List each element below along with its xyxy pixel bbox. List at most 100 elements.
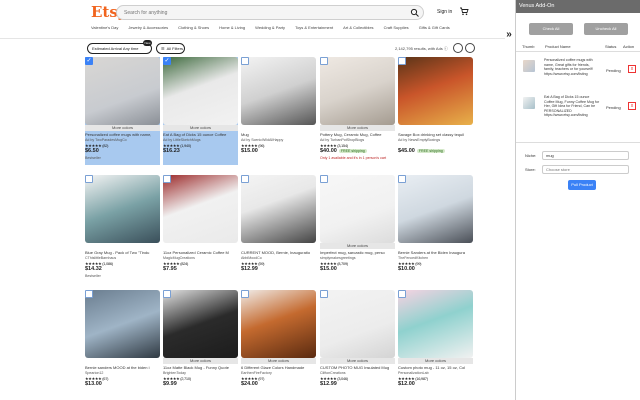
- listing-title[interactable]: 11oz Personalized Ceramic Coffee M: [163, 250, 238, 255]
- select-checkbox[interactable]: [398, 175, 406, 183]
- select-checkbox[interactable]: ✓: [85, 57, 93, 65]
- listing-card[interactable]: 11oz Personalized Ceramic Coffee M MagicM…: [163, 175, 238, 283]
- listing-image[interactable]: [398, 290, 473, 358]
- select-checkbox[interactable]: [398, 290, 406, 298]
- more-colors-label[interactable]: More colors: [320, 243, 395, 249]
- listing-image[interactable]: [163, 57, 238, 125]
- more-colors-label[interactable]: More colors: [241, 358, 316, 364]
- venus-addon-panel: Venus Add-On Check All Uncheck All Thumb…: [515, 0, 640, 400]
- shop-name: BrightenToday: [163, 371, 186, 375]
- category-link[interactable]: Wedding & Party: [255, 25, 285, 33]
- more-colors-label[interactable]: More colors: [163, 358, 238, 364]
- listing-image[interactable]: [398, 175, 473, 243]
- more-colors-label[interactable]: More colors: [320, 358, 395, 364]
- listing-title[interactable]: Imperfect mug, sarcastic mug, perso: [320, 250, 395, 255]
- listing-image[interactable]: [163, 290, 238, 358]
- select-checkbox[interactable]: [241, 290, 249, 298]
- more-colors-label[interactable]: More colors: [320, 125, 395, 131]
- select-checkbox[interactable]: [163, 175, 171, 183]
- listing-card[interactable]: More colors Imperfect mug, sarcastic mug,…: [320, 175, 395, 283]
- select-checkbox[interactable]: ✓: [163, 57, 171, 65]
- select-checkbox[interactable]: [398, 57, 406, 65]
- listing-title[interactable]: Savage Box drinking set classy tequil: [398, 132, 473, 137]
- listing-card[interactable]: Bernie sanders MOOD at the biden i Speari…: [85, 290, 160, 398]
- listing-image[interactable]: [241, 57, 316, 125]
- category-link[interactable]: Clothing & Shoes: [178, 25, 209, 33]
- pull-product-button[interactable]: Pull Product: [568, 180, 596, 190]
- listing-card[interactable]: Savage Box drinking set classy tequil Ad …: [398, 57, 473, 165]
- listing-title[interactable]: Personalized coffee mugs with name,: [85, 132, 160, 137]
- listing-title[interactable]: Bernie Sanders at the Biden Inaugura: [398, 250, 473, 255]
- listing-image[interactable]: [241, 175, 316, 243]
- listing-image[interactable]: [85, 57, 160, 125]
- all-filters-button[interactable]: ☰ All Filters: [156, 43, 185, 54]
- shop-name: simplymakesgreetings: [320, 256, 356, 260]
- category-link[interactable]: Jewelry & Accessories: [128, 25, 168, 33]
- listing-title[interactable]: Pottery Mug, Ceramic Mug, Coffee: [320, 132, 395, 137]
- search-icon[interactable]: [410, 8, 420, 18]
- sign-in-link[interactable]: Sign in: [437, 9, 452, 15]
- listing-card[interactable]: Bernie Sanders at the Biden Inaugura TheF…: [398, 175, 473, 283]
- select-checkbox[interactable]: [85, 175, 93, 183]
- cart-icon[interactable]: [459, 6, 469, 16]
- more-colors-label[interactable]: More colors: [398, 358, 473, 364]
- check-all-button[interactable]: Check All: [529, 23, 573, 35]
- listing-image[interactable]: [320, 175, 395, 243]
- select-checkbox[interactable]: [320, 175, 328, 183]
- listing-title[interactable]: Blue Gray Mug - Pack of Two "Tindu: [85, 250, 160, 255]
- store-select[interactable]: Choose store: [542, 165, 629, 174]
- category-link[interactable]: Toys & Entertainment: [295, 25, 333, 33]
- listing-card[interactable]: More colors Custom photo mug - 11 oz, 15 …: [398, 290, 473, 398]
- listing-card[interactable]: More colors 11oz Matte Black Mug - Funny …: [163, 290, 238, 398]
- listing-card[interactable]: ✓ More colors Eat A Bag of Dicks 15 ounce …: [163, 57, 238, 165]
- remove-product-button[interactable]: x: [628, 65, 636, 73]
- listing-image[interactable]: [320, 57, 395, 125]
- more-colors-label[interactable]: More colors: [163, 125, 238, 131]
- new-badge: New: [143, 40, 152, 46]
- category-link[interactable]: Craft Supplies: [384, 25, 409, 33]
- category-link[interactable]: Valentine's Day: [91, 25, 118, 33]
- listing-title[interactable]: CUSTOM PHOTO MUG Insulated Mug: [320, 365, 395, 370]
- listing-card[interactable]: CURRENT MOOD, Bernie, Inauguratio AbbiMoo…: [241, 175, 316, 283]
- listing-image[interactable]: [85, 290, 160, 358]
- uncheck-all-button[interactable]: Uncheck All: [584, 23, 628, 35]
- listing-card[interactable]: ✓ More colors Personalized coffee mugs wit…: [85, 57, 160, 165]
- category-link[interactable]: Gifts & Gift Cards: [419, 25, 450, 33]
- remove-product-button[interactable]: x: [628, 102, 636, 110]
- category-link[interactable]: Home & Living: [219, 25, 245, 33]
- search-input[interactable]: [124, 7, 384, 19]
- niche-input[interactable]: [542, 151, 629, 160]
- select-checkbox[interactable]: [241, 175, 249, 183]
- listing-card[interactable]: More colors CUSTOM PHOTO MUG Insulated Mu…: [320, 290, 395, 398]
- listing-title[interactable]: Bernie sanders MOOD at the biden i: [85, 365, 160, 370]
- select-checkbox[interactable]: [241, 57, 249, 65]
- listing-title[interactable]: Mug: [241, 132, 316, 137]
- select-checkbox[interactable]: [85, 290, 93, 298]
- listing-title[interactable]: Eat A Bag of Dicks 15 ounce Coffee: [163, 132, 238, 137]
- category-link[interactable]: Art & Collectibles: [343, 25, 373, 33]
- select-checkbox[interactable]: [320, 57, 328, 65]
- listing-card[interactable]: Blue Gray Mug - Pack of Two "Tindu CThisl…: [85, 175, 160, 283]
- listing-title[interactable]: 11oz Matte Black Mug - Funny Quote: [163, 365, 238, 370]
- listing-title[interactable]: 6 Different Glaze Colors Handmade: [241, 365, 316, 370]
- listing-title[interactable]: CURRENT MOOD, Bernie, Inauguratio: [241, 250, 316, 255]
- listing-image[interactable]: [398, 57, 473, 125]
- listing-image[interactable]: [163, 175, 238, 243]
- listing-image[interactable]: [241, 290, 316, 358]
- search-bar[interactable]: [116, 5, 424, 20]
- listing-card[interactable]: More colors Pottery Mug, Ceramic Mug, Cof…: [320, 57, 395, 165]
- listing-card[interactable]: More colors 6 Different Glaze Colors Hand…: [241, 290, 316, 398]
- more-colors-label[interactable]: More colors: [85, 125, 160, 131]
- filters-icon: ☰: [161, 46, 165, 51]
- listing-image[interactable]: [85, 175, 160, 243]
- free-shipping-badge: FREE shipping: [338, 149, 367, 153]
- info-icon[interactable]: [453, 43, 463, 53]
- listing-title[interactable]: Custom photo mug - 11 oz, 15 oz, Col: [398, 365, 473, 370]
- listing-image[interactable]: [320, 290, 395, 358]
- collapse-panel-icon[interactable]: »: [503, 29, 515, 41]
- select-checkbox[interactable]: [320, 290, 328, 298]
- estimated-arrival-filter[interactable]: Estimated Arrival Any time: [87, 43, 152, 54]
- favorite-icon[interactable]: [465, 43, 475, 53]
- select-checkbox[interactable]: [163, 290, 171, 298]
- listing-card[interactable]: Mug Ad by ScenicWildAllHappy ★★★★★ (96) $15…: [241, 57, 316, 165]
